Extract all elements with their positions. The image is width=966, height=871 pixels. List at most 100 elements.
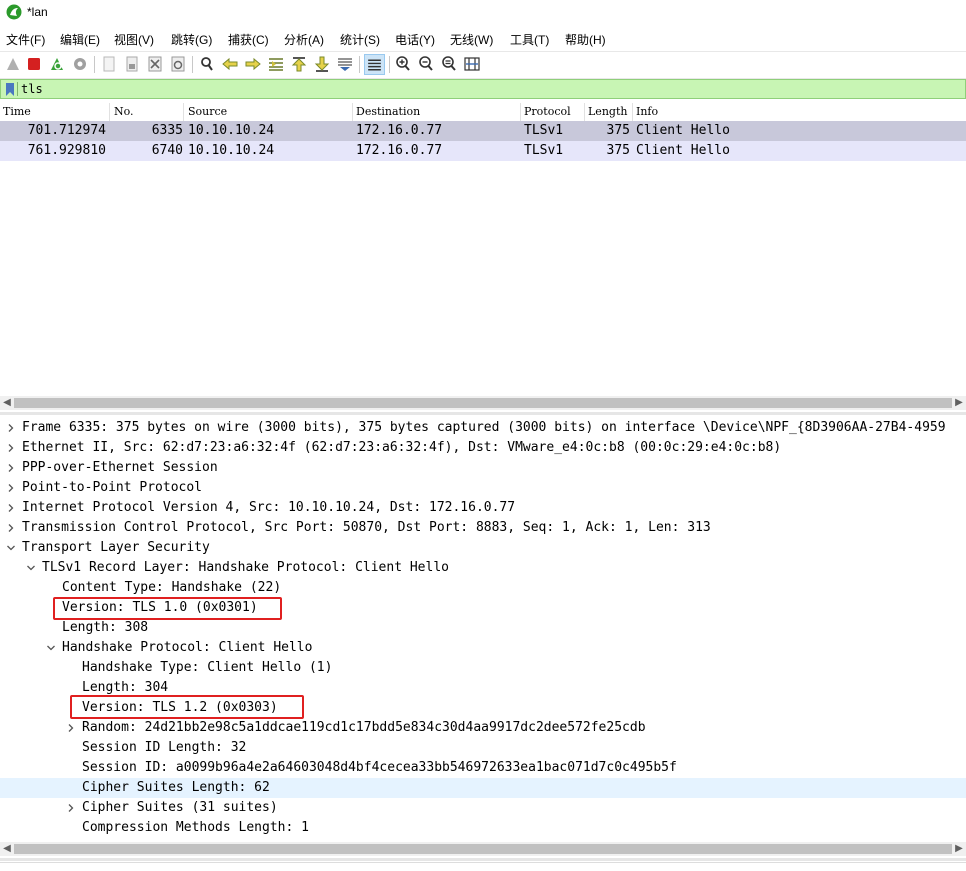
normal-size-icon[interactable] (440, 55, 458, 73)
detail-tree-row[interactable]: Cipher Suites (31 suites) (0, 798, 966, 818)
display-filter-input[interactable] (21, 81, 951, 97)
chevron-right-icon[interactable] (6, 523, 16, 533)
save-file-icon[interactable] (123, 55, 141, 73)
chevron-right-icon[interactable] (6, 423, 16, 433)
packet-row[interactable]: 701.712974 6335 10.10.10.24 172.16.0.77 … (0, 121, 966, 141)
detail-tree-label: Content Type: Handshake (22) (62, 580, 282, 595)
resize-columns-icon[interactable] (463, 55, 481, 73)
pane-splitter[interactable] (0, 412, 966, 415)
detail-tree-row[interactable]: Content Type: Handshake (22) (0, 578, 966, 598)
close-file-icon[interactable] (146, 55, 164, 73)
packet-protocol: TLSv1 (524, 143, 564, 158)
colorize-icon[interactable] (364, 54, 385, 75)
menu-wireless[interactable]: 无线(W) (450, 31, 493, 48)
detail-tree-row[interactable]: Internet Protocol Version 4, Src: 10.10.… (0, 498, 966, 518)
menu-help[interactable]: 帮助(H) (565, 31, 606, 48)
menu-statistics[interactable]: 统计(S) (340, 31, 380, 48)
detail-tree-row[interactable]: Frame 6335: 375 bytes on wire (3000 bits… (0, 418, 966, 438)
scroll-right-icon[interactable]: ▶ (952, 396, 966, 410)
column-length[interactable]: Length (585, 103, 633, 121)
detail-tree-row[interactable]: Compression Methods Length: 1 (0, 818, 966, 838)
menu-view[interactable]: 视图(V) (114, 31, 154, 48)
packet-list-header: Time No. Source Destination Protocol Len… (0, 103, 966, 122)
detail-tree-row[interactable]: Point-to-Point Protocol (0, 478, 966, 498)
menu-capture[interactable]: 捕获(C) (228, 31, 269, 48)
stop-capture-icon[interactable] (25, 55, 43, 73)
capture-options-icon[interactable] (71, 55, 89, 73)
scrollbar-thumb[interactable] (14, 398, 952, 408)
chevron-down-icon[interactable] (6, 543, 16, 553)
restart-capture-icon[interactable] (48, 55, 66, 73)
column-info[interactable]: Info (633, 103, 966, 121)
menu-go[interactable]: 跳转(G) (171, 31, 212, 48)
detail-tree-row[interactable]: Session ID Length: 32 (0, 738, 966, 758)
chevron-right-icon[interactable] (6, 463, 16, 473)
chevron-right-icon[interactable] (6, 443, 16, 453)
packet-number: 6335 (151, 123, 183, 138)
details-horizontal-scrollbar[interactable]: ◀ ▶ (0, 842, 966, 856)
zoom-out-icon[interactable] (417, 55, 435, 73)
menu-tools[interactable]: 工具(T) (510, 31, 549, 48)
packet-number: 6740 (151, 143, 183, 158)
detail-tree-row[interactable]: Session ID: a0099b96a4e2a64603048d4bf4ce… (0, 758, 966, 778)
menu-telephony[interactable]: 电话(Y) (395, 31, 435, 48)
detail-tree-row[interactable]: Transmission Control Protocol, Src Port:… (0, 518, 966, 538)
zoom-in-icon[interactable] (394, 55, 412, 73)
detail-tree-row[interactable]: PPP-over-Ethernet Session (0, 458, 966, 478)
scroll-right-icon[interactable]: ▶ (952, 842, 966, 856)
detail-tree-label: Point-to-Point Protocol (22, 480, 203, 495)
last-packet-icon[interactable] (313, 55, 331, 73)
packet-info: Client Hello (636, 143, 730, 158)
chevron-down-icon[interactable] (26, 563, 36, 573)
detail-tree-row[interactable]: Length: 308 (0, 618, 966, 638)
chevron-right-icon[interactable] (6, 483, 16, 493)
detail-tree-row[interactable]: Handshake Type: Client Hello (1) (0, 658, 966, 678)
go-back-icon[interactable] (221, 55, 239, 73)
packet-list-horizontal-scrollbar[interactable]: ◀ ▶ (0, 396, 966, 410)
column-no[interactable]: No. (111, 103, 184, 121)
detail-tree-row[interactable]: Ethernet II, Src: 62:d7:23:a6:32:4f (62:… (0, 438, 966, 458)
shark-fin-start-icon[interactable] (4, 55, 22, 73)
toolbar-separator (192, 56, 193, 73)
detail-tree-row[interactable]: Random: 24d21bb2e98c5a1ddcae119cd1c17bdd… (0, 718, 966, 738)
annotation-box (53, 597, 282, 620)
packet-row[interactable]: 761.929810 6740 10.10.10.24 172.16.0.77 … (0, 141, 966, 161)
chevron-right-icon[interactable] (6, 503, 16, 513)
detail-tree-label: Frame 6335: 375 bytes on wire (3000 bits… (22, 420, 946, 435)
detail-tree-label: PPP-over-Ethernet Session (22, 460, 218, 475)
main-toolbar (0, 51, 966, 79)
menu-file[interactable]: 文件(F) (6, 31, 45, 48)
detail-tree-row[interactable]: Cipher Suites Length: 62 (0, 778, 966, 798)
packet-destination: 172.16.0.77 (356, 123, 443, 138)
detail-tree-row[interactable]: TLSv1 Record Layer: Handshake Protocol: … (0, 558, 966, 578)
packet-source: 10.10.10.24 (188, 143, 275, 158)
detail-tree-row[interactable]: Transport Layer Security (0, 538, 966, 558)
column-protocol[interactable]: Protocol (521, 103, 585, 121)
column-destination[interactable]: Destination (353, 103, 521, 121)
open-file-icon[interactable] (100, 55, 118, 73)
detail-tree-label: Length: 308 (62, 620, 149, 635)
filter-bookmark-icon[interactable] (5, 83, 15, 96)
column-source[interactable]: Source (185, 103, 353, 121)
scroll-left-icon[interactable]: ◀ (0, 842, 14, 856)
annotation-box (70, 695, 304, 719)
scroll-left-icon[interactable]: ◀ (0, 396, 14, 410)
chevron-right-icon[interactable] (66, 803, 76, 813)
pane-splitter[interactable] (0, 858, 966, 861)
column-time[interactable]: Time (0, 103, 110, 121)
detail-tree-row[interactable]: Handshake Protocol: Client Hello (0, 638, 966, 658)
detail-tree-label: Handshake Protocol: Client Hello (62, 640, 313, 655)
chevron-down-icon[interactable] (46, 643, 56, 653)
detail-tree-label: Cipher Suites Length: 62 (82, 780, 270, 795)
go-to-packet-icon[interactable] (267, 55, 285, 73)
go-forward-icon[interactable] (244, 55, 262, 73)
find-packet-icon[interactable] (198, 55, 216, 73)
reload-file-icon[interactable] (169, 55, 187, 73)
autoscroll-icon[interactable] (336, 55, 354, 73)
chevron-right-icon[interactable] (66, 723, 76, 733)
menu-edit[interactable]: 编辑(E) (60, 31, 100, 48)
first-packet-icon[interactable] (290, 55, 308, 73)
scrollbar-thumb[interactable] (14, 844, 952, 854)
detail-tree-label: Ethernet II, Src: 62:d7:23:a6:32:4f (62:… (22, 440, 782, 455)
menu-analyze[interactable]: 分析(A) (284, 31, 324, 48)
